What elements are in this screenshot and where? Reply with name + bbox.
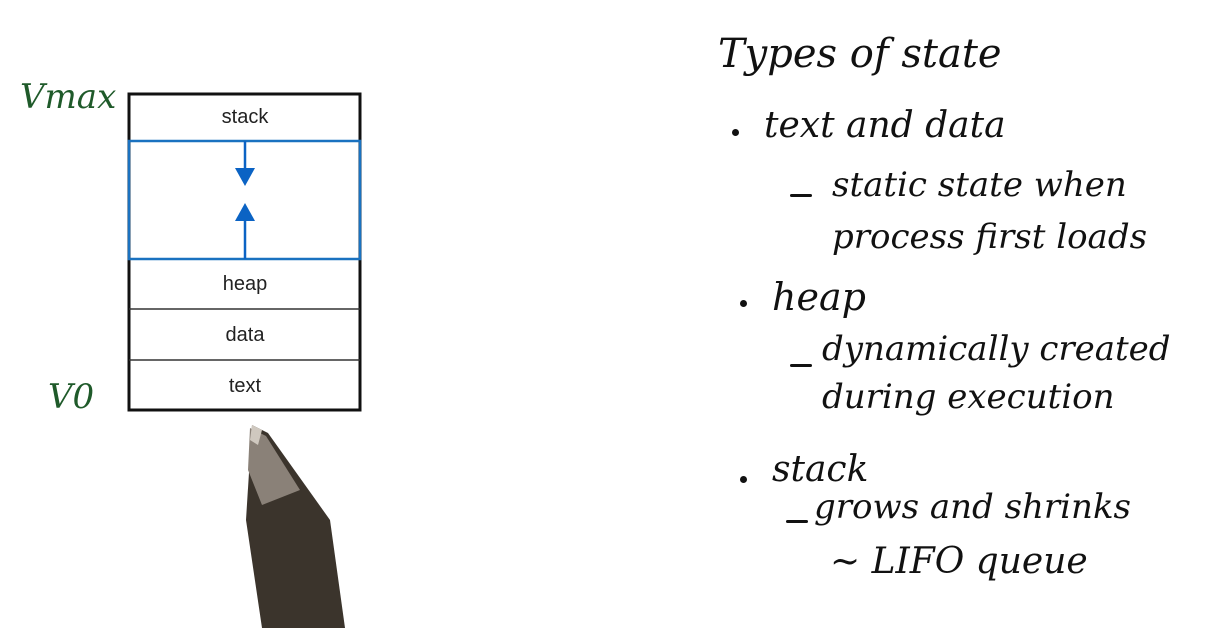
dash-marker xyxy=(786,520,808,523)
item-detail-text-data-line1: static state when xyxy=(832,165,1127,205)
item-heading-heap: heap xyxy=(772,275,866,319)
item-heading-stack: stack xyxy=(772,449,869,490)
stack-growth-arrow-head xyxy=(235,168,255,186)
item-detail-text-data-line2: process first loads xyxy=(832,217,1148,257)
bullet-marker xyxy=(740,476,747,483)
segment-label-text: text xyxy=(228,375,262,397)
item-detail-heap-line2: during execution xyxy=(822,377,1115,417)
bullet-marker xyxy=(732,129,739,136)
segment-label-data: data xyxy=(225,324,265,346)
dash-marker xyxy=(790,194,812,197)
item-detail-heap-line1: dynamically created xyxy=(822,329,1171,369)
item-heading-text-data: text and data xyxy=(764,105,1006,146)
dash-marker xyxy=(790,364,812,367)
vmax-label: Vmax xyxy=(20,77,117,117)
v0-label: V0 xyxy=(48,377,95,417)
segment-label-stack: stack xyxy=(221,106,269,128)
bullet-marker xyxy=(740,300,747,307)
segment-label-heap: heap xyxy=(222,273,268,295)
item-detail-stack-line2: ~ LIFO queue xyxy=(830,541,1088,582)
pen-icon xyxy=(246,425,345,628)
heap-growth-arrow-head xyxy=(235,203,255,221)
item-detail-stack-line1: grows and shrinks xyxy=(814,487,1132,527)
address-space-diagram xyxy=(127,92,362,628)
notes-title: Types of state xyxy=(718,31,1002,77)
lesson-slide: Vmax V0 stack heap data text Types of st… xyxy=(0,0,1219,628)
